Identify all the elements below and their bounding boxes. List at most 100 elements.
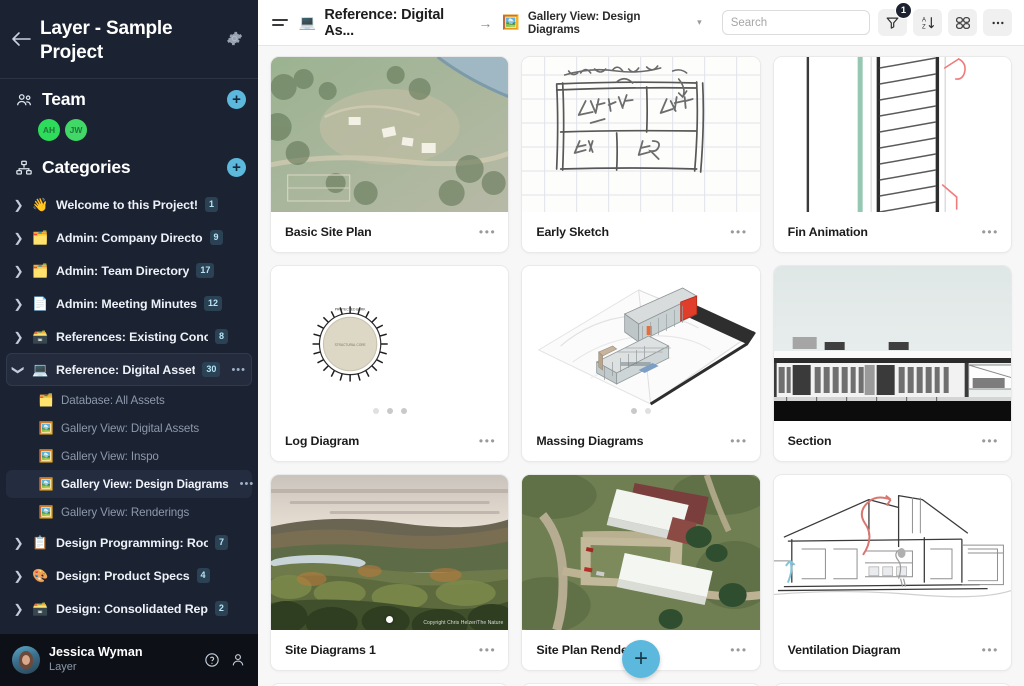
card-more-options[interactable]: ••• [730, 434, 747, 448]
gallery-scroll-area[interactable]: Basic Site Plan ••• Early Sketch ••• Fin… [258, 46, 1024, 686]
breadcrumb-emoji: 💻 [298, 14, 317, 30]
thumbnail-pagination[interactable] [522, 408, 759, 414]
category-row-team-directory[interactable]: ❯ 🗂️ Admin: Team Directory 17 [6, 254, 252, 287]
chevron-right-icon[interactable]: ❯ [12, 331, 25, 343]
main-content: 💻 Reference: Digital As... → 🖼️ Gallery … [258, 0, 1024, 686]
gallery-card[interactable]: Basic Site Plan ••• [270, 56, 510, 253]
category-count: 4 [196, 568, 210, 583]
user-org: Layer [49, 660, 77, 673]
chevron-right-icon[interactable]: ❯ [12, 232, 25, 244]
sidebar-item-label: Gallery View: Inspo [61, 449, 159, 463]
gallery-card[interactable]: Ventilation Diagram ••• [772, 474, 1012, 671]
card-footer: Massing Diagrams ••• [522, 421, 759, 461]
thumbnail-pagination[interactable] [271, 408, 508, 414]
person-icon[interactable] [230, 652, 246, 668]
layout-grid-button[interactable] [948, 9, 977, 36]
sidebar-item-label: Gallery View: Digital Assets [61, 421, 200, 435]
category-row-design-programming[interactable]: ❯ 📋 Design Programming: Roo 7 [6, 526, 252, 559]
category-row-consolidated-report[interactable]: ❯ 🗃️ Design: Consolidated Rep 2 [6, 592, 252, 625]
hierarchy-icon [14, 158, 33, 177]
card-thumbnail[interactable] [522, 475, 760, 630]
chevron-right-icon[interactable]: ❯ [12, 603, 25, 615]
pagination-dot[interactable] [386, 408, 393, 414]
pagination-dot[interactable] [372, 408, 379, 414]
sidebar-item-gallery-design-diagrams[interactable]: 🖼️ Gallery View: Design Diagrams ••• [6, 470, 255, 499]
card-more-options[interactable]: ••• [479, 434, 496, 448]
category-count: 12 [203, 296, 222, 311]
card-thumbnail[interactable] [522, 266, 760, 421]
pagination-dot[interactable] [630, 408, 637, 414]
card-thumbnail[interactable] [773, 57, 1011, 212]
chevron-right-icon[interactable]: ❯ [12, 298, 25, 310]
gallery-card[interactable]: PROTECTED BARK STRUCTURAL CORE Log Diagr… [270, 265, 510, 462]
hamburger-icon[interactable] [272, 13, 291, 33]
gear-icon[interactable] [222, 26, 246, 50]
sidebar-item-gallery-renderings[interactable]: 🖼️ Gallery View: Renderings [6, 498, 252, 526]
add-asset-fab[interactable]: + [622, 640, 660, 678]
svg-text:PROTECTED BARK: PROTECTED BARK [335, 307, 367, 311]
card-more-options[interactable]: ••• [730, 225, 747, 239]
category-row-product-specs[interactable]: ❯ 🎨 Design: Product Specs 4 [6, 559, 252, 592]
sidebar-item-more-options[interactable]: ••• [240, 478, 255, 490]
card-more-options[interactable]: ••• [479, 643, 496, 657]
card-more-options[interactable]: ••• [982, 225, 999, 239]
avatar[interactable]: AH [38, 119, 60, 142]
filter-button[interactable]: 1 [878, 2, 912, 36]
help-circle-icon[interactable] [204, 652, 220, 668]
card-thumbnail[interactable] [522, 57, 760, 212]
pagination-dot[interactable] [400, 408, 407, 414]
sort-button[interactable]: AZ [913, 9, 942, 36]
filter-count-badge: 1 [895, 2, 912, 19]
category-more-options[interactable]: ••• [231, 364, 246, 376]
gallery-card[interactable]: Section ••• [772, 265, 1012, 462]
category-row-digital-assets[interactable]: ❯ 💻 Reference: Digital Assets 30 ••• [6, 353, 252, 387]
card-thumbnail[interactable]: Copyright Chris Helzer/The Nature [271, 475, 509, 630]
category-label: Design Programming: Roo [56, 535, 208, 550]
card-thumbnail[interactable] [271, 57, 509, 212]
category-label: Reference: Digital Assets [56, 362, 196, 377]
chevron-down-icon[interactable]: ❯ [12, 363, 26, 376]
more-options-button[interactable] [983, 9, 1012, 36]
search-input[interactable] [730, 16, 861, 29]
card-more-options[interactable]: ••• [982, 434, 999, 448]
card-more-options[interactable]: ••• [479, 225, 496, 239]
pagination-dot[interactable] [644, 408, 651, 414]
add-team-member-button[interactable]: + [227, 90, 246, 110]
sidebar-item-gallery-inspo[interactable]: 🖼️ Gallery View: Inspo [6, 442, 252, 470]
breadcrumb-current[interactable]: Gallery View: Design Diagrams [528, 10, 686, 36]
card-thumbnail[interactable] [773, 266, 1011, 421]
card-thumbnail[interactable] [773, 475, 1011, 630]
chevron-right-icon[interactable]: ❯ [12, 537, 25, 549]
chevron-right-icon[interactable]: ❯ [12, 570, 25, 582]
category-row-company-directory[interactable]: ❯ 🗂️ Admin: Company Directo 9 [6, 221, 252, 254]
chevron-down-icon[interactable]: ▾ [697, 17, 702, 28]
category-count: 30 [202, 362, 221, 377]
svg-text:STRUCTURAL CORE: STRUCTURAL CORE [335, 343, 366, 347]
gallery-card[interactable]: Fin Animation ••• [772, 56, 1012, 253]
search-box[interactable] [721, 10, 870, 35]
avatar[interactable] [12, 646, 40, 674]
gallery-card[interactable]: Copyright Chris Helzer/The Nature Site D… [270, 474, 510, 671]
pagination-dot[interactable] [386, 616, 394, 623]
gallery-card[interactable]: Massing Diagrams ••• [521, 265, 761, 462]
chevron-right-icon[interactable]: ❯ [12, 199, 25, 211]
sidebar-item-database-all-assets[interactable]: 🗂️ Database: All Assets [6, 386, 252, 414]
card-more-options[interactable]: ••• [982, 643, 999, 657]
chevron-right-icon[interactable]: ❯ [12, 265, 25, 277]
sidebar-item-gallery-digital-assets[interactable]: 🖼️ Gallery View: Digital Assets [6, 414, 252, 442]
category-row-meeting-minutes[interactable]: ❯ 📄 Admin: Meeting Minutes 12 [6, 287, 252, 320]
categories-section-header: Categories + [0, 147, 258, 186]
avatar[interactable]: JW [65, 119, 87, 142]
card-more-options[interactable]: ••• [730, 643, 747, 657]
category-emoji: 🎨 [32, 567, 49, 583]
category-row-welcome[interactable]: ❯ 👋 Welcome to this Project! 1 [6, 188, 252, 221]
thumbnail-pagination[interactable] [271, 616, 508, 623]
card-thumbnail[interactable]: PROTECTED BARK STRUCTURAL CORE [271, 266, 509, 421]
gallery-card[interactable]: Early Sketch ••• [521, 56, 761, 253]
category-row-existing-conditions[interactable]: ❯ 🗃️ References: Existing Conc 8 [6, 320, 252, 353]
team-avatars: AH JW [0, 118, 258, 147]
breadcrumb-parent[interactable]: Reference: Digital As... [324, 7, 468, 39]
card-title: Site Plan Render [536, 643, 633, 657]
add-category-button[interactable]: + [227, 158, 246, 178]
back-arrow-icon[interactable] [10, 28, 32, 50]
